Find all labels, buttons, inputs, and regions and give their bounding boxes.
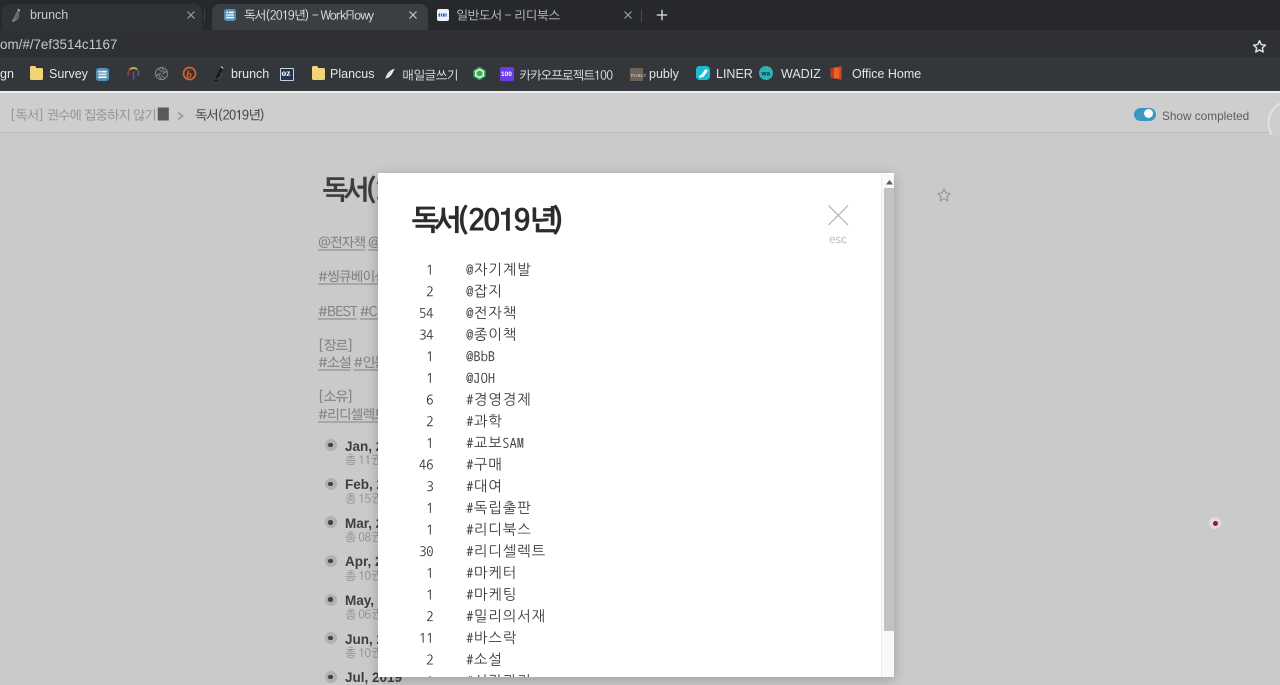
svg-text:b: b (186, 69, 192, 81)
svg-text:wa: wa (760, 71, 770, 78)
